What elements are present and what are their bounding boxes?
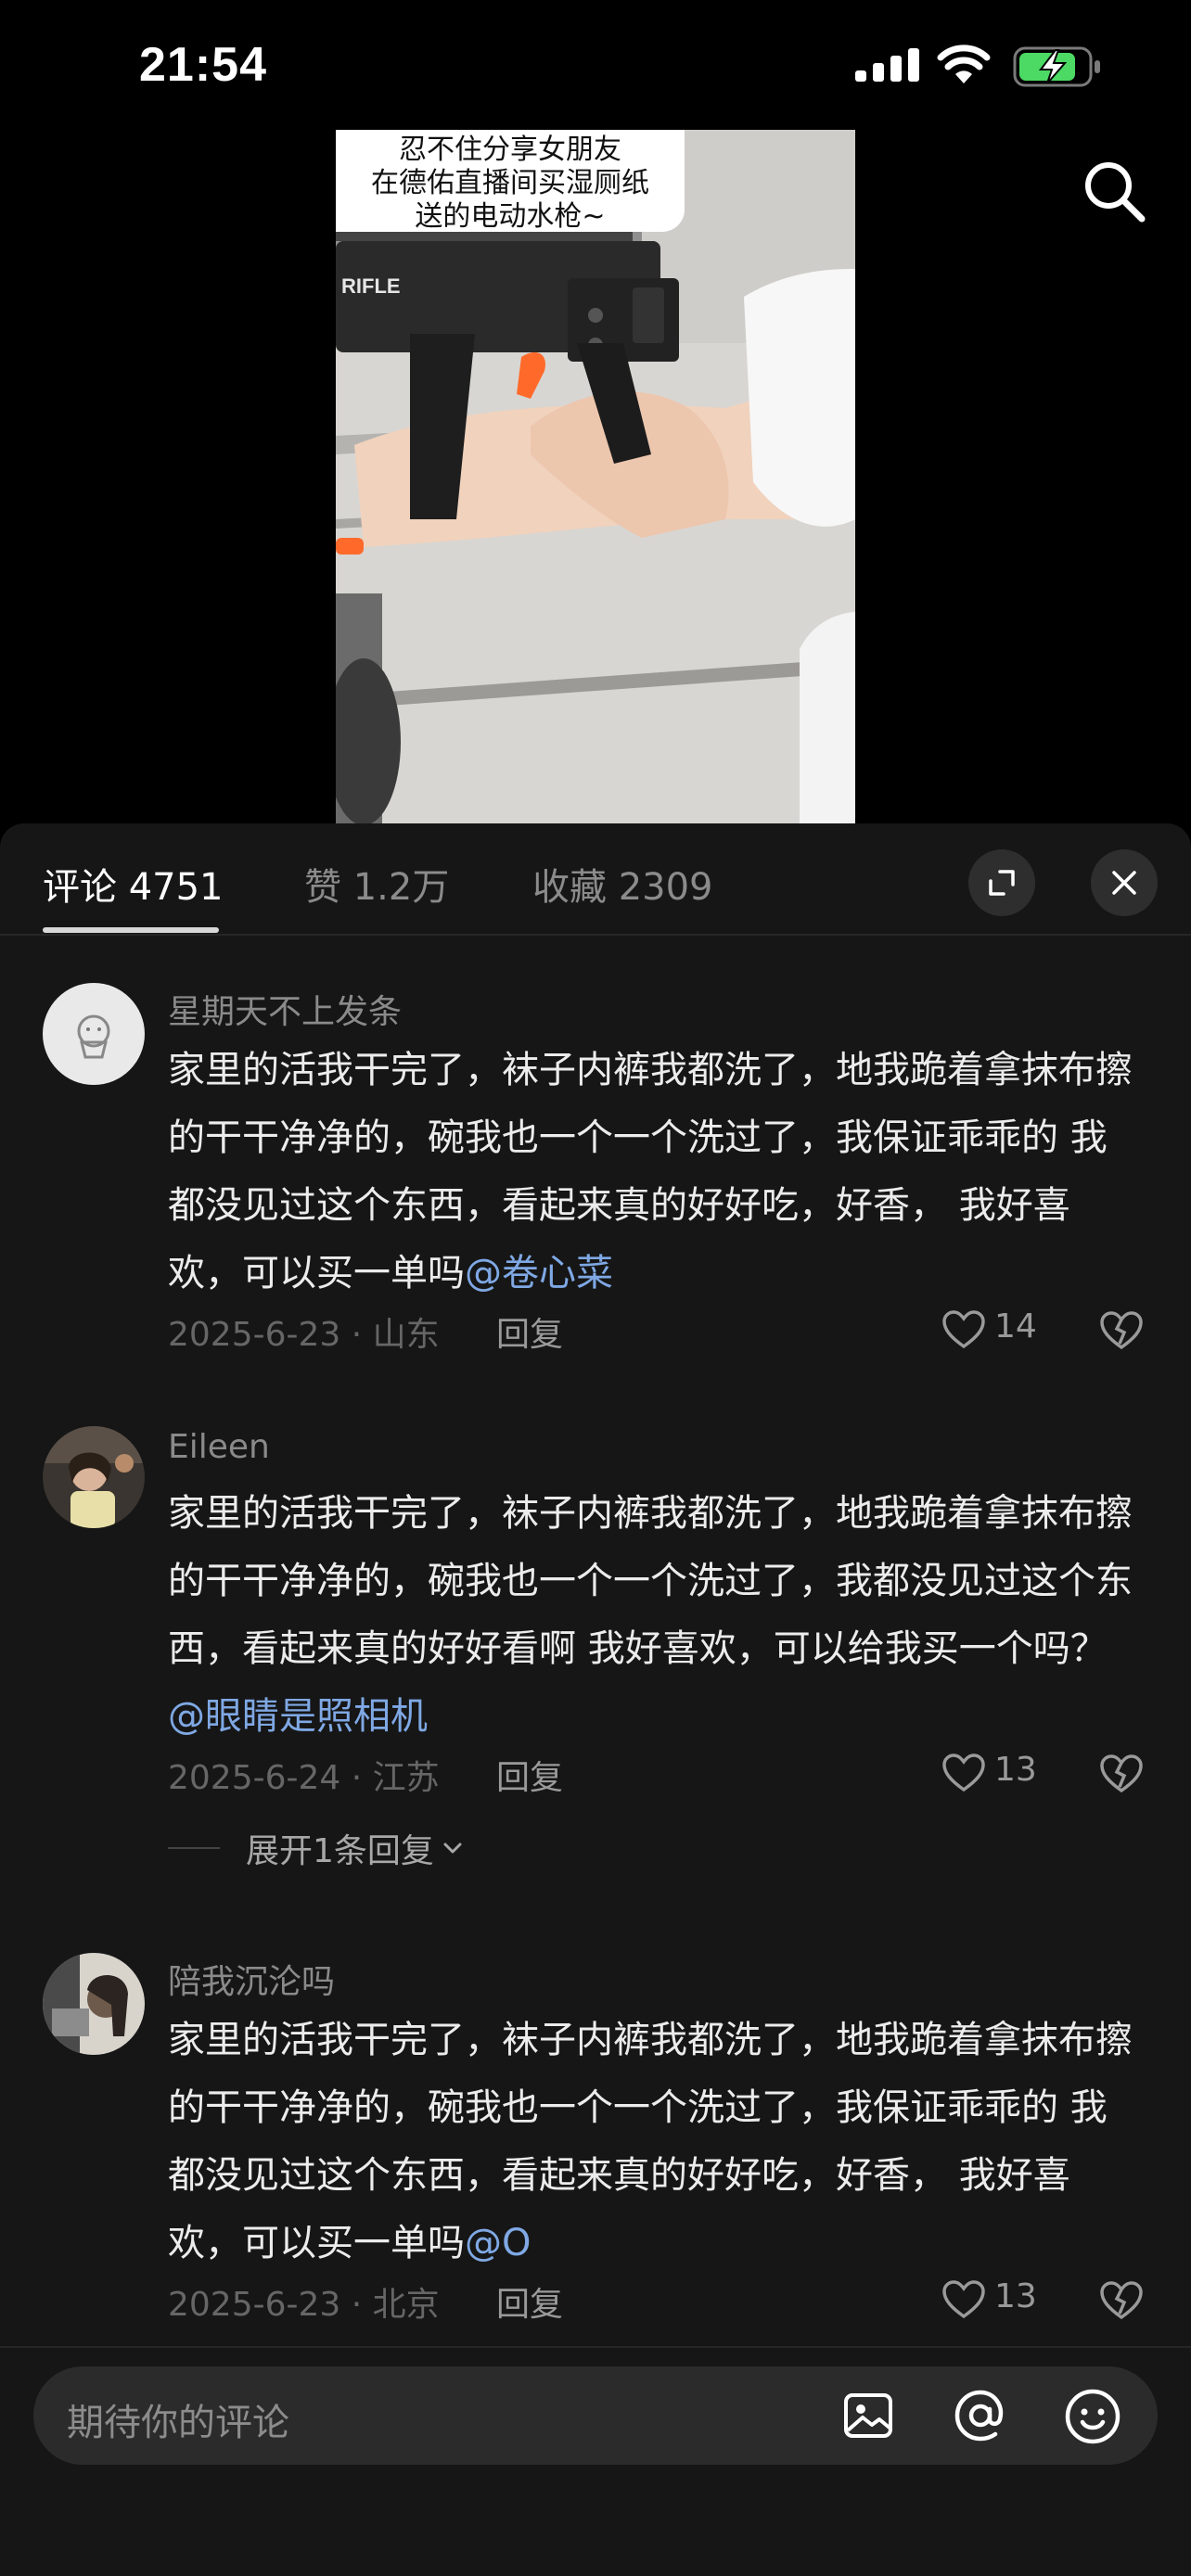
search-icon[interactable] <box>1081 158 1147 224</box>
mention-link[interactable]: @O <box>465 2222 531 2264</box>
comment-username[interactable]: 星期天不上发条 <box>168 985 402 1033</box>
comment-username[interactable]: Eileen <box>168 1428 270 1466</box>
avatar[interactable] <box>43 1426 145 1528</box>
tab-active-indicator <box>43 927 219 933</box>
video-frame[interactable]: RIFLE 忍不住分享女朋友 在德佑直播间买湿厕纸 送的电动水枪~ <box>336 130 855 825</box>
comment-date-location: 2025-6-23 · 北京 <box>168 2286 440 2324</box>
comment-text: 家里的活我干完了，袜子内裤我都洗了，地我跪着拿抹布擦的干干净净的，碗我也一个一个… <box>168 2007 1133 2277</box>
battery-charging-icon <box>1013 46 1100 87</box>
image-icon[interactable] <box>840 2388 896 2443</box>
comment-date-location: 2025-6-24 · 江苏 <box>168 1759 440 1797</box>
avatar[interactable] <box>43 983 145 1085</box>
expand-icon[interactable] <box>968 849 1035 916</box>
comment-body: 家里的活我干完了，袜子内裤我都洗了，地我跪着拿抹布擦的干干净净的，碗我也一个一个… <box>168 1492 1133 1670</box>
broken-heart-icon[interactable] <box>1099 1308 1144 1351</box>
comment-text: 家里的活我干完了，袜子内裤我都洗了，地我跪着拿抹布擦的干干净净的，碗我也一个一个… <box>168 1037 1133 1307</box>
comment-date-location: 2025-6-23 · 山东 <box>168 1316 440 1354</box>
expand-replies-label: 展开1条回复 <box>246 1832 434 1870</box>
like-count: 14 <box>994 1307 1037 1345</box>
comment-panel: 评论 4751 赞 1.2万 收藏 2309 星期天不上发条 家里的活我干完了，… <box>0 823 1191 2576</box>
tab-likes[interactable]: 赞 1.2万 <box>304 857 449 911</box>
video-caption: 忍不住分享女朋友 在德佑直播间买湿厕纸 送的电动水枪~ <box>336 130 685 233</box>
comment-tabs: 评论 4751 赞 1.2万 收藏 2309 <box>0 823 1191 936</box>
reply-button[interactable]: 回复 <box>496 2277 563 2326</box>
reply-button[interactable]: 回复 <box>496 1307 563 1356</box>
like-count: 13 <box>994 1751 1037 1789</box>
tab-favorites[interactable]: 收藏 2309 <box>532 857 713 911</box>
at-mention-icon[interactable] <box>952 2387 1009 2444</box>
mention-link[interactable]: @卷心菜 <box>465 1252 613 1294</box>
heart-icon[interactable] <box>941 1309 986 1350</box>
like-count: 13 <box>994 2277 1037 2315</box>
comment-username[interactable]: 陪我沉沦吗 <box>168 1955 335 2003</box>
heart-icon[interactable] <box>941 1753 986 1793</box>
video-thumbnail: RIFLE <box>336 130 855 825</box>
reply-button[interactable]: 回复 <box>496 1751 563 1799</box>
video-player[interactable]: RIFLE 忍不住分享女朋友 在德佑直播间买湿厕纸 送的电动水枪~ <box>0 130 1191 825</box>
chevron-down-icon <box>443 1843 462 1854</box>
divider <box>0 934 1191 936</box>
heart-icon[interactable] <box>941 2279 986 2320</box>
comment-input-bar: 期待你的评论 <box>0 2346 1191 2576</box>
comment-body: 家里的活我干完了，袜子内裤我都洗了，地我跪着拿抹布擦的干干净净的，碗我也一个一个… <box>168 2019 1133 2264</box>
expand-replies-button[interactable]: 展开1条回复 <box>168 1825 466 1871</box>
broken-heart-icon[interactable] <box>1099 1752 1144 1794</box>
comment-input[interactable]: 期待你的评论 <box>33 2366 1158 2465</box>
emoji-icon[interactable] <box>1063 2387 1122 2446</box>
comment-input-placeholder: 期待你的评论 <box>67 2402 289 2444</box>
status-bar: 21:54 <box>0 0 1191 130</box>
avatar[interactable] <box>43 1953 145 2055</box>
cellular-signal-icon <box>855 48 919 82</box>
comment-body: 家里的活我干完了，袜子内裤我都洗了，地我跪着拿抹布擦的干干净净的，碗我也一个一个… <box>168 1049 1133 1294</box>
status-time: 21:54 <box>139 38 267 92</box>
comment-text: 家里的活我干完了，袜子内裤我都洗了，地我跪着拿抹布擦的干干净净的，碗我也一个一个… <box>168 1480 1133 1751</box>
mention-link[interactable]: @眼睛是照相机 <box>168 1695 428 1738</box>
close-icon[interactable] <box>1091 849 1158 916</box>
gun-label: RIFLE <box>341 274 401 298</box>
tab-comments[interactable]: 评论 4751 <box>43 857 224 911</box>
divider <box>168 1847 220 1849</box>
wifi-icon <box>937 45 991 83</box>
broken-heart-icon[interactable] <box>1099 2278 1144 2321</box>
